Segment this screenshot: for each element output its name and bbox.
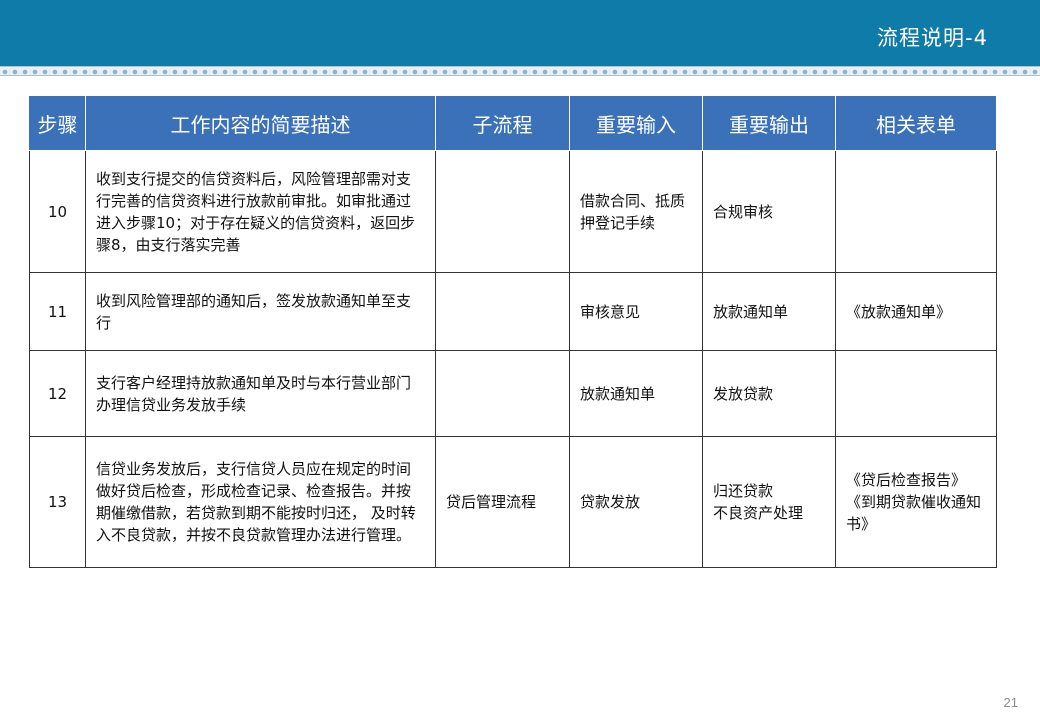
table-row: 10 收到支行提交的信贷资料后，风险管理部需对支行完善的信贷资料进行放款前审批。… [29,150,997,273]
column-header-subprocess: 子流程 [435,95,570,151]
table-row: 11 收到风险管理部的通知后，签发放款通知单至支行 审核意见 放款通知单 《放款… [29,272,997,351]
cell-input: 贷款发放 [569,436,703,568]
cell-step: 10 [29,150,86,273]
decorative-border-strip [0,66,1040,76]
table-row: 13 信贷业务发放后，支行信贷人员应在规定的时间做好贷后检查，形成检查记录、检查… [29,436,997,568]
cell-input: 放款通知单 [569,350,703,437]
cell-description: 收到支行提交的信贷资料后，风险管理部需对支行完善的信贷资料进行放款前审批。如审批… [85,150,436,273]
cell-subprocess [435,272,570,351]
cell-input: 审核意见 [569,272,703,351]
cell-step: 12 [29,350,86,437]
cell-output: 发放贷款 [702,350,836,437]
column-header-description: 工作内容的简要描述 [85,95,436,151]
column-header-step: 步骤 [29,95,86,151]
cell-output: 归还贷款 不良资产处理 [702,436,836,568]
column-header-input: 重要输入 [569,95,703,151]
table-row: 12 支行客户经理持放款通知单及时与本行营业部门办理信贷业务发放手续 放款通知单… [29,350,997,437]
cell-forms: 《放款通知单》 [835,272,997,351]
cell-subprocess: 贷后管理流程 [435,436,570,568]
cell-forms [835,150,997,273]
cell-output: 放款通知单 [702,272,836,351]
header-bar: 流程说明-4 [0,0,1040,66]
table-header-row: 步骤 工作内容的简要描述 子流程 重要输入 重要输出 相关表单 [29,95,997,151]
process-table: 步骤 工作内容的简要描述 子流程 重要输入 重要输出 相关表单 10 收到支行提… [29,95,997,568]
cell-input: 借款合同、抵质押登记手续 [569,150,703,273]
cell-description: 支行客户经理持放款通知单及时与本行营业部门办理信贷业务发放手续 [85,350,436,437]
page-number: 21 [1003,695,1018,710]
cell-description: 收到风险管理部的通知后，签发放款通知单至支行 [85,272,436,351]
column-header-output: 重要输出 [702,95,836,151]
cell-description: 信贷业务发放后，支行信贷人员应在规定的时间做好贷后检查，形成检查记录、检查报告。… [85,436,436,568]
cell-output: 合规审核 [702,150,836,273]
slide-title: 流程说明-4 [877,26,988,50]
cell-subprocess [435,150,570,273]
cell-forms [835,350,997,437]
cell-step: 13 [29,436,86,568]
cell-forms: 《贷后检查报告》 《到期贷款催收通知书》 [835,436,997,568]
cell-subprocess [435,350,570,437]
column-header-forms: 相关表单 [835,95,997,151]
cell-step: 11 [29,272,86,351]
